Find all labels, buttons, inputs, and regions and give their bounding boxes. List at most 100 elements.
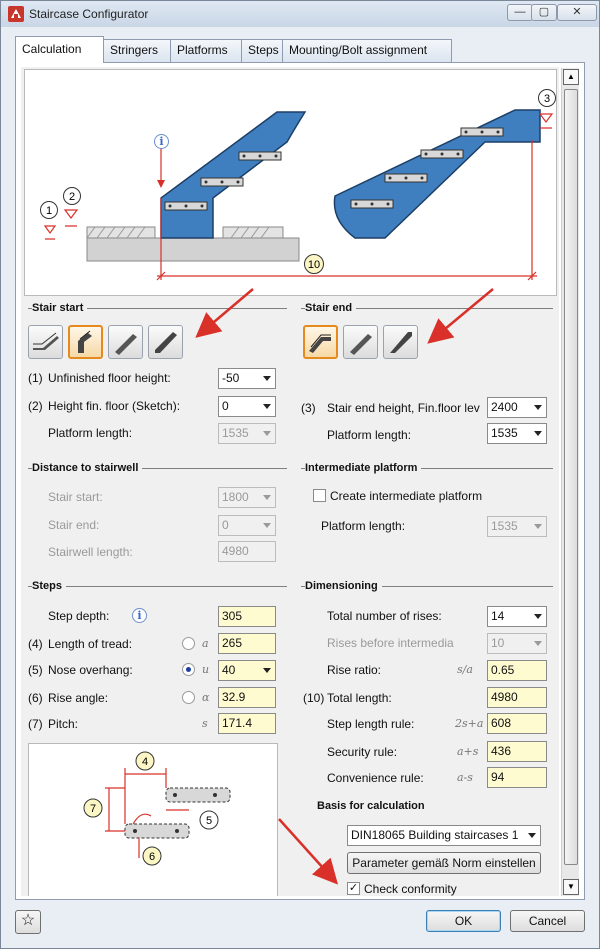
step-length-rule-label: Step length rule: — [327, 717, 415, 731]
total-length-label: Total length: — [327, 691, 392, 705]
unfinished-floor-combo[interactable]: -50 — [218, 368, 276, 389]
tread-radio[interactable] — [182, 637, 195, 650]
group-title: Steps — [32, 580, 66, 592]
rise-ratio-field[interactable]: 0.65 — [487, 660, 547, 681]
pitch-field[interactable]: 171.4 — [218, 713, 276, 734]
ok-button[interactable]: OK — [426, 910, 501, 932]
stair-end-height-combo[interactable]: 2400 — [487, 397, 547, 418]
svg-text:1: 1 — [46, 205, 52, 217]
maximize-button[interactable]: ▢ — [531, 4, 557, 21]
rise-angle-label: Rise angle: — [48, 691, 109, 705]
end-platform-length-combo[interactable]: 1535 — [487, 423, 547, 444]
marker-5: 5 — [199, 810, 219, 830]
app-icon — [8, 6, 24, 22]
marker-10: 10 — [304, 254, 324, 274]
rise-angle-field[interactable]: 32.9 — [218, 687, 276, 708]
total-length-field[interactable]: 4980 — [487, 687, 547, 708]
svg-text:3: 3 — [544, 93, 550, 105]
intermediate-platform-group: Intermediate platform Create intermediat… — [297, 461, 557, 571]
stair-end-group: Stair end (3) Stair end height, Fin.floo… — [297, 301, 557, 453]
group-title: Dimensioning — [305, 580, 382, 592]
marker-1: 1 — [40, 201, 58, 219]
security-rule-field[interactable]: 436 — [487, 741, 547, 762]
scroll-up-button[interactable]: ▲ — [563, 69, 579, 85]
tread-length-field[interactable]: 265 — [218, 633, 276, 654]
pitch-label: Pitch: — [48, 717, 79, 731]
tab-stringers[interactable]: Stringers — [103, 39, 171, 62]
group-title: Stair end — [305, 302, 357, 314]
tab-mounting-bolt-assignment[interactable]: Mounting/Bolt assignment — [282, 39, 452, 62]
stair-start-platform-button[interactable] — [68, 325, 103, 359]
rise-ratio-label: Rise ratio: — [327, 663, 382, 677]
intermediate-platform-length-combo[interactable]: 1535 — [487, 516, 547, 537]
tab-steps[interactable]: Steps — [241, 39, 283, 62]
total-rises-label: Total number of rises: — [327, 609, 442, 623]
stair-end-cut-button[interactable] — [383, 325, 418, 359]
stair-start-cut-button[interactable] — [148, 325, 183, 359]
nose-overhang-radio[interactable] — [182, 663, 195, 676]
nose-overhang-combo[interactable]: 40 — [218, 660, 276, 681]
norm-parameter-button[interactable]: Parameter gemäß Norm einstellen — [347, 852, 541, 874]
create-intermediate-checkbox[interactable] — [313, 489, 326, 502]
basis-combo[interactable]: DIN18065 Building staircases 1 — [347, 825, 541, 846]
svg-text:6: 6 — [149, 851, 155, 863]
svg-text:4: 4 — [142, 756, 148, 768]
tab-calculation[interactable]: Calculation — [15, 36, 104, 63]
marker-2: 2 — [63, 187, 81, 205]
marker-4: 4 — [135, 751, 155, 771]
stair-start-angled-button[interactable] — [108, 325, 143, 359]
nose-overhang-label: Nose overhang: — [48, 663, 133, 677]
stair-end-platform-button[interactable] — [303, 325, 338, 359]
convenience-rule-field[interactable]: 94 — [487, 767, 547, 788]
platform-length-label: Platform length: — [48, 426, 133, 440]
stairwell-end-combo[interactable]: 0 — [218, 515, 276, 536]
stairwell-length-field: 4980 — [218, 541, 276, 562]
svg-text:2: 2 — [69, 191, 75, 203]
cancel-button[interactable]: Cancel — [510, 910, 585, 932]
step-detail-sketch: 4 5 6 7 — [28, 743, 278, 896]
stair-start-group: Stair start (1) Unfinished floor height:… — [24, 301, 291, 453]
scroll-down-button[interactable]: ▼ — [563, 879, 579, 895]
stair-start-flat-button[interactable] — [28, 325, 63, 359]
minimize-button[interactable]: — — [507, 4, 533, 21]
scroll-thumb[interactable] — [564, 89, 578, 865]
height-fin-floor-combo[interactable]: 0 — [218, 396, 276, 417]
staircase-sketch — [43, 109, 554, 281]
vertical-scrollbar[interactable]: ▲ ▼ — [561, 68, 579, 896]
info-icon[interactable]: i — [154, 134, 169, 149]
stairwell-start-label: Stair start: — [48, 490, 103, 504]
title-bar: Staircase Configurator — ▢ ✕ — [1, 1, 599, 27]
marker-7: 7 — [83, 798, 103, 818]
group-title: Stair start — [32, 302, 88, 314]
dimensioning-group: Dimensioning Total number of rises: 14 R… — [297, 579, 557, 896]
step-length-rule-field[interactable]: 608 — [487, 713, 547, 734]
stairwell-length-label: Stairwell length: — [48, 545, 133, 559]
info-icon[interactable]: i — [132, 608, 147, 623]
stairwell-group: Distance to stairwell Stair start: 1800 … — [24, 461, 291, 571]
create-intermediate-label: Create intermediate platform — [330, 489, 483, 503]
rises-before-combo[interactable]: 10 — [487, 633, 547, 654]
svg-text:10: 10 — [308, 259, 320, 271]
rise-angle-radio[interactable] — [182, 691, 195, 704]
close-button[interactable]: ✕ — [557, 4, 597, 21]
group-title: Intermediate platform — [305, 462, 422, 474]
tab-platforms[interactable]: Platforms — [170, 39, 242, 62]
marker-3: 3 — [538, 89, 556, 107]
start-platform-length-combo[interactable]: 1535 — [218, 423, 276, 444]
stairwell-start-combo[interactable]: 1800 — [218, 487, 276, 508]
platform-length-label: Platform length: — [327, 428, 412, 442]
staircase-configurator-window: Staircase Configurator — ▢ ✕ Calculation… — [0, 0, 600, 949]
favorites-star-icon[interactable]: ☆ — [15, 910, 41, 934]
check-conformity-checkbox[interactable]: ✓ — [347, 882, 360, 895]
stair-end-height-label: Stair end height, Fin.floor lev — [327, 401, 480, 415]
stair-end-angled-button[interactable] — [343, 325, 378, 359]
step-depth-label: Step depth: — [48, 609, 110, 623]
calculation-scroll-area: i 1 2 3 10 Stair start (1) Unfinished fl… — [21, 67, 559, 896]
security-rule-label: Security rule: — [327, 745, 398, 759]
window-title: Staircase Configurator — [29, 7, 149, 21]
step-depth-field[interactable]: 305 — [218, 606, 276, 627]
total-rises-combo[interactable]: 14 — [487, 606, 547, 627]
tread-length-label: Length of tread: — [48, 637, 133, 651]
unfinished-floor-label: Unfinished floor height: — [48, 371, 171, 385]
platform-length-label: Platform length: — [321, 519, 406, 533]
